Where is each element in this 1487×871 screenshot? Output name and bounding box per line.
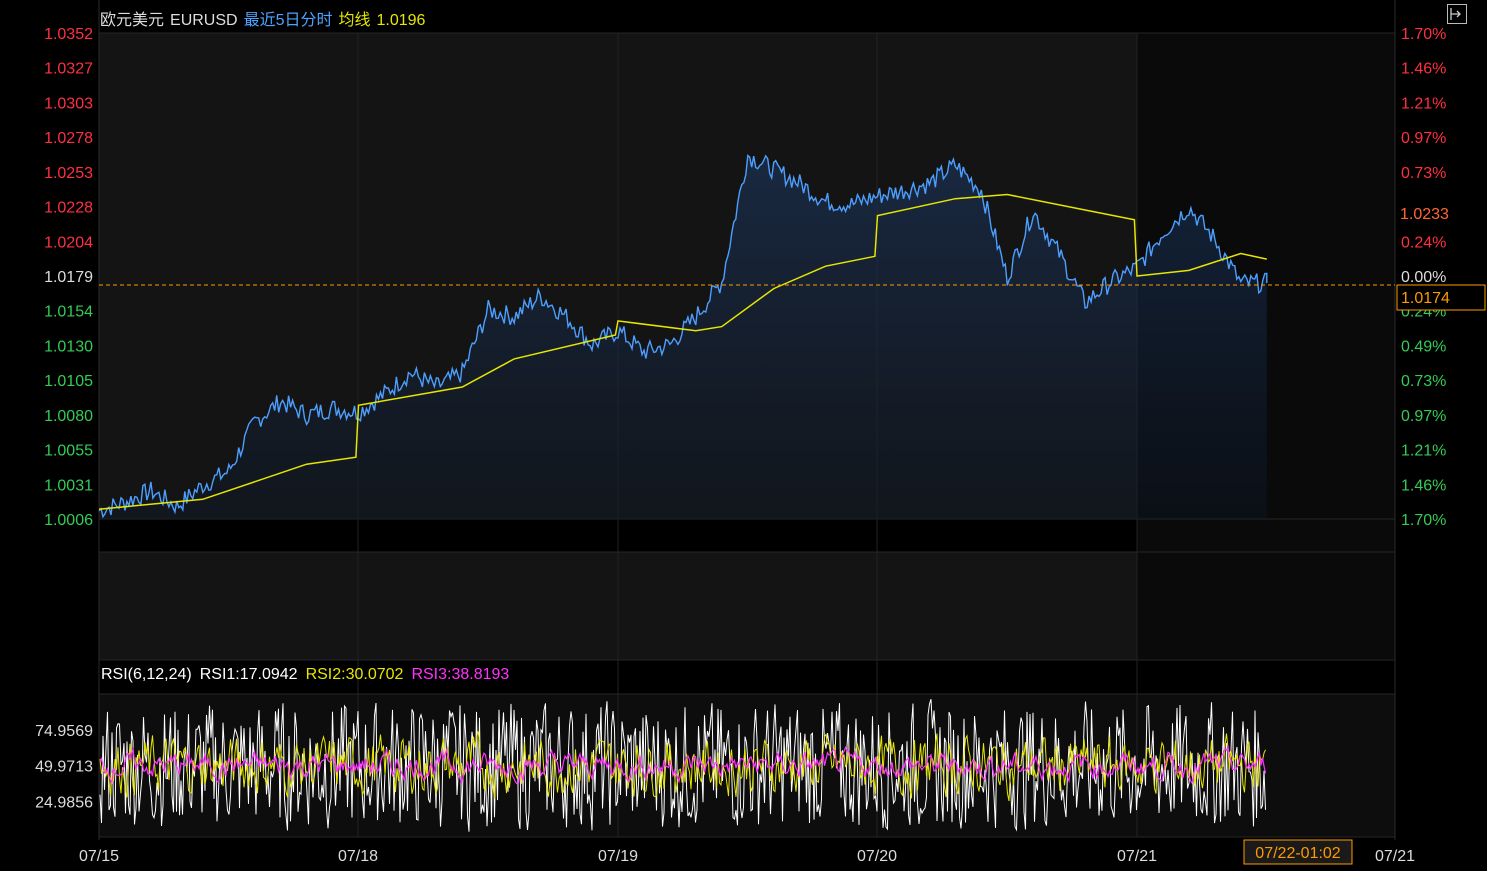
instrument-symbol: EURUSD [170, 12, 238, 29]
y-tick-right: 1.70% [1401, 26, 1446, 43]
y-tick-right: 0.49% [1401, 338, 1446, 355]
period-label[interactable]: 最近5日分时 [244, 12, 333, 29]
x-tick: 07/15 [79, 848, 119, 865]
y-tick-left: 1.0055 [44, 443, 93, 460]
x-tick: 07/20 [857, 848, 897, 865]
y-tick-left: 1.0228 [44, 200, 93, 217]
rsi2-value: RSI2:30.0702 [305, 666, 404, 683]
y-tick-right: 0.24% [1401, 234, 1446, 251]
y-tick-right: 1.21% [1401, 443, 1446, 460]
avg-value: 1.0196 [376, 12, 426, 29]
rsi-y-tick: 74.9569 [35, 723, 93, 740]
rsi-header: RSI(6,12,24) RSI1:17.0942 RSI2:30.0702 RSI3… [101, 666, 517, 684]
y-tick-left: 1.0303 [44, 95, 93, 112]
rsi-y-tick: 49.9713 [35, 759, 93, 776]
rsi3-value: RSI3:38.8193 [411, 666, 510, 683]
y-tick-right: 1.21% [1401, 95, 1446, 112]
y-tick-left: 1.0278 [44, 130, 93, 147]
volume-current-day-shade [1137, 552, 1395, 660]
y-tick-right: 1.70% [1401, 512, 1446, 529]
y-tick-left: 1.0179 [44, 269, 93, 286]
avg-label: 均线 [338, 12, 371, 29]
last-price: 1.0174 [1401, 290, 1450, 307]
y-tick-right: 0.97% [1401, 408, 1446, 425]
y-tick-right: 1.46% [1401, 61, 1446, 78]
y-tick-left: 1.0352 [44, 26, 93, 43]
y-tick-right: 1.46% [1401, 477, 1446, 494]
y-tick-right: 0.00% [1401, 269, 1446, 286]
y-tick-left: 1.0105 [44, 373, 93, 390]
exit-fullscreen-icon [1450, 8, 1461, 20]
chart-header: 欧元美元 EURUSD 最近5日分时 均线 1.0196 [100, 6, 431, 30]
x-tick: 07/21 [1117, 848, 1157, 865]
exit-fullscreen-button[interactable] [1447, 4, 1467, 24]
y-tick-right: 0.73% [1401, 165, 1446, 182]
x-tick: 07/19 [598, 848, 638, 865]
y-tick-left: 1.0006 [44, 512, 93, 529]
rsi-y-tick: 24.9856 [35, 794, 93, 811]
y-tick-left: 1.0031 [44, 477, 93, 494]
chart-canvas: 1.0352 1.0327 1.0303 1.0278 1.0253 1.0228 1.02… [35, 0, 1486, 865]
y-tick-left: 1.0130 [44, 338, 93, 355]
y-tick-left: 1.0204 [44, 234, 93, 251]
rsi1-value: RSI1:17.0942 [199, 666, 298, 683]
crosshair-price: 1.0233 [1400, 206, 1449, 223]
y-tick-right: 0.73% [1401, 373, 1446, 390]
x-tick: 07/18 [338, 848, 378, 865]
cursor-time: 07/22-01:02 [1255, 845, 1341, 862]
y-tick-left: 1.0154 [44, 304, 93, 321]
instrument-name: 欧元美元 [100, 12, 165, 29]
rsi-label: RSI(6,12,24) [101, 666, 192, 683]
y-tick-left: 1.0327 [44, 61, 93, 78]
y-tick-left: 1.0080 [44, 408, 93, 425]
y-tick-right: 0.97% [1401, 130, 1446, 147]
y-tick-left: 1.0253 [44, 165, 93, 182]
x-tick: 07/21 [1375, 848, 1415, 865]
